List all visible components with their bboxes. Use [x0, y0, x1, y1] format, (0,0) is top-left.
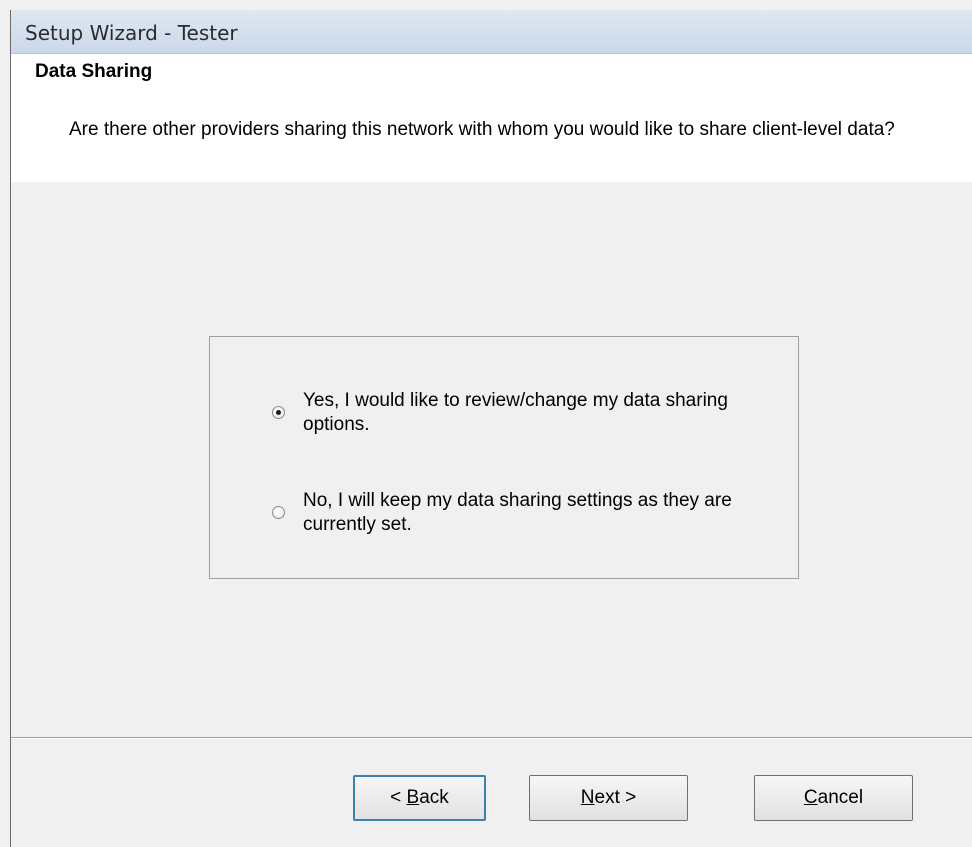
back-button-prefix: < [390, 787, 407, 808]
back-button[interactable]: < Back [353, 775, 486, 821]
radio-label-no[interactable]: No, I will keep my data sharing settings… [303, 489, 763, 537]
radio-option-no[interactable]: No, I will keep my data sharing settings… [272, 489, 763, 537]
window-title: Setup Wizard - Tester [25, 21, 238, 45]
page-description: Are there other providers sharing this n… [69, 119, 895, 140]
setup-wizard-window: Setup Wizard - Tester Data Sharing Are t… [10, 10, 972, 847]
cancel-button-label-rest: ancel [817, 787, 864, 808]
radio-button-unchecked[interactable] [272, 506, 285, 519]
title-bar[interactable]: Setup Wizard - Tester [11, 10, 972, 54]
radio-label-yes[interactable]: Yes, I would like to review/change my da… [303, 389, 763, 437]
next-button[interactable]: Next > [529, 775, 688, 821]
back-button-label-rest: ack [419, 787, 449, 808]
back-button-mnemonic: B [406, 787, 420, 808]
button-separator [11, 737, 972, 739]
header-panel: Data Sharing Are there other providers s… [11, 54, 972, 182]
cancel-button[interactable]: Cancel [754, 775, 913, 821]
next-button-mnemonic: N [580, 787, 595, 808]
cancel-button-mnemonic: C [803, 787, 818, 808]
radio-option-yes[interactable]: Yes, I would like to review/change my da… [272, 389, 763, 437]
next-button-label-rest: ext > [594, 787, 637, 808]
radio-button-checked[interactable] [272, 406, 285, 419]
data-sharing-options-group: Yes, I would like to review/change my da… [209, 336, 799, 579]
page-title: Data Sharing [35, 61, 153, 82]
